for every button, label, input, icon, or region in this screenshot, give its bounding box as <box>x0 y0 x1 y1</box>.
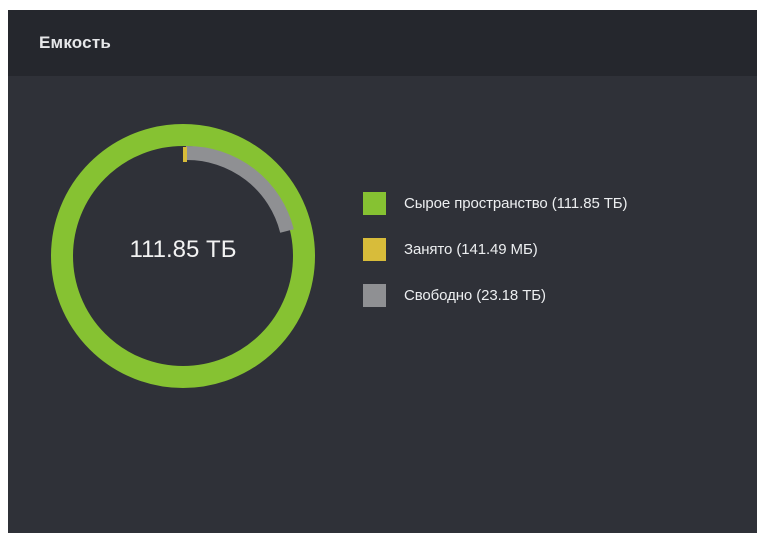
raw-space-swatch <box>363 192 386 215</box>
chart-center-label: 111.85 ТБ <box>129 236 237 263</box>
capacity-panel: Емкость 111.85 ТБ Сырое пространство (11… <box>8 10 757 533</box>
legend-label-free: Свободно (23.18 ТБ) <box>404 287 546 304</box>
free-swatch <box>363 284 386 307</box>
used-swatch <box>363 238 386 261</box>
capacity-donut-chart <box>51 124 315 388</box>
legend-label-used: Занято (141.49 МБ) <box>404 241 538 258</box>
legend-label-raw-space: Сырое пространство (111.85 ТБ) <box>404 195 628 212</box>
